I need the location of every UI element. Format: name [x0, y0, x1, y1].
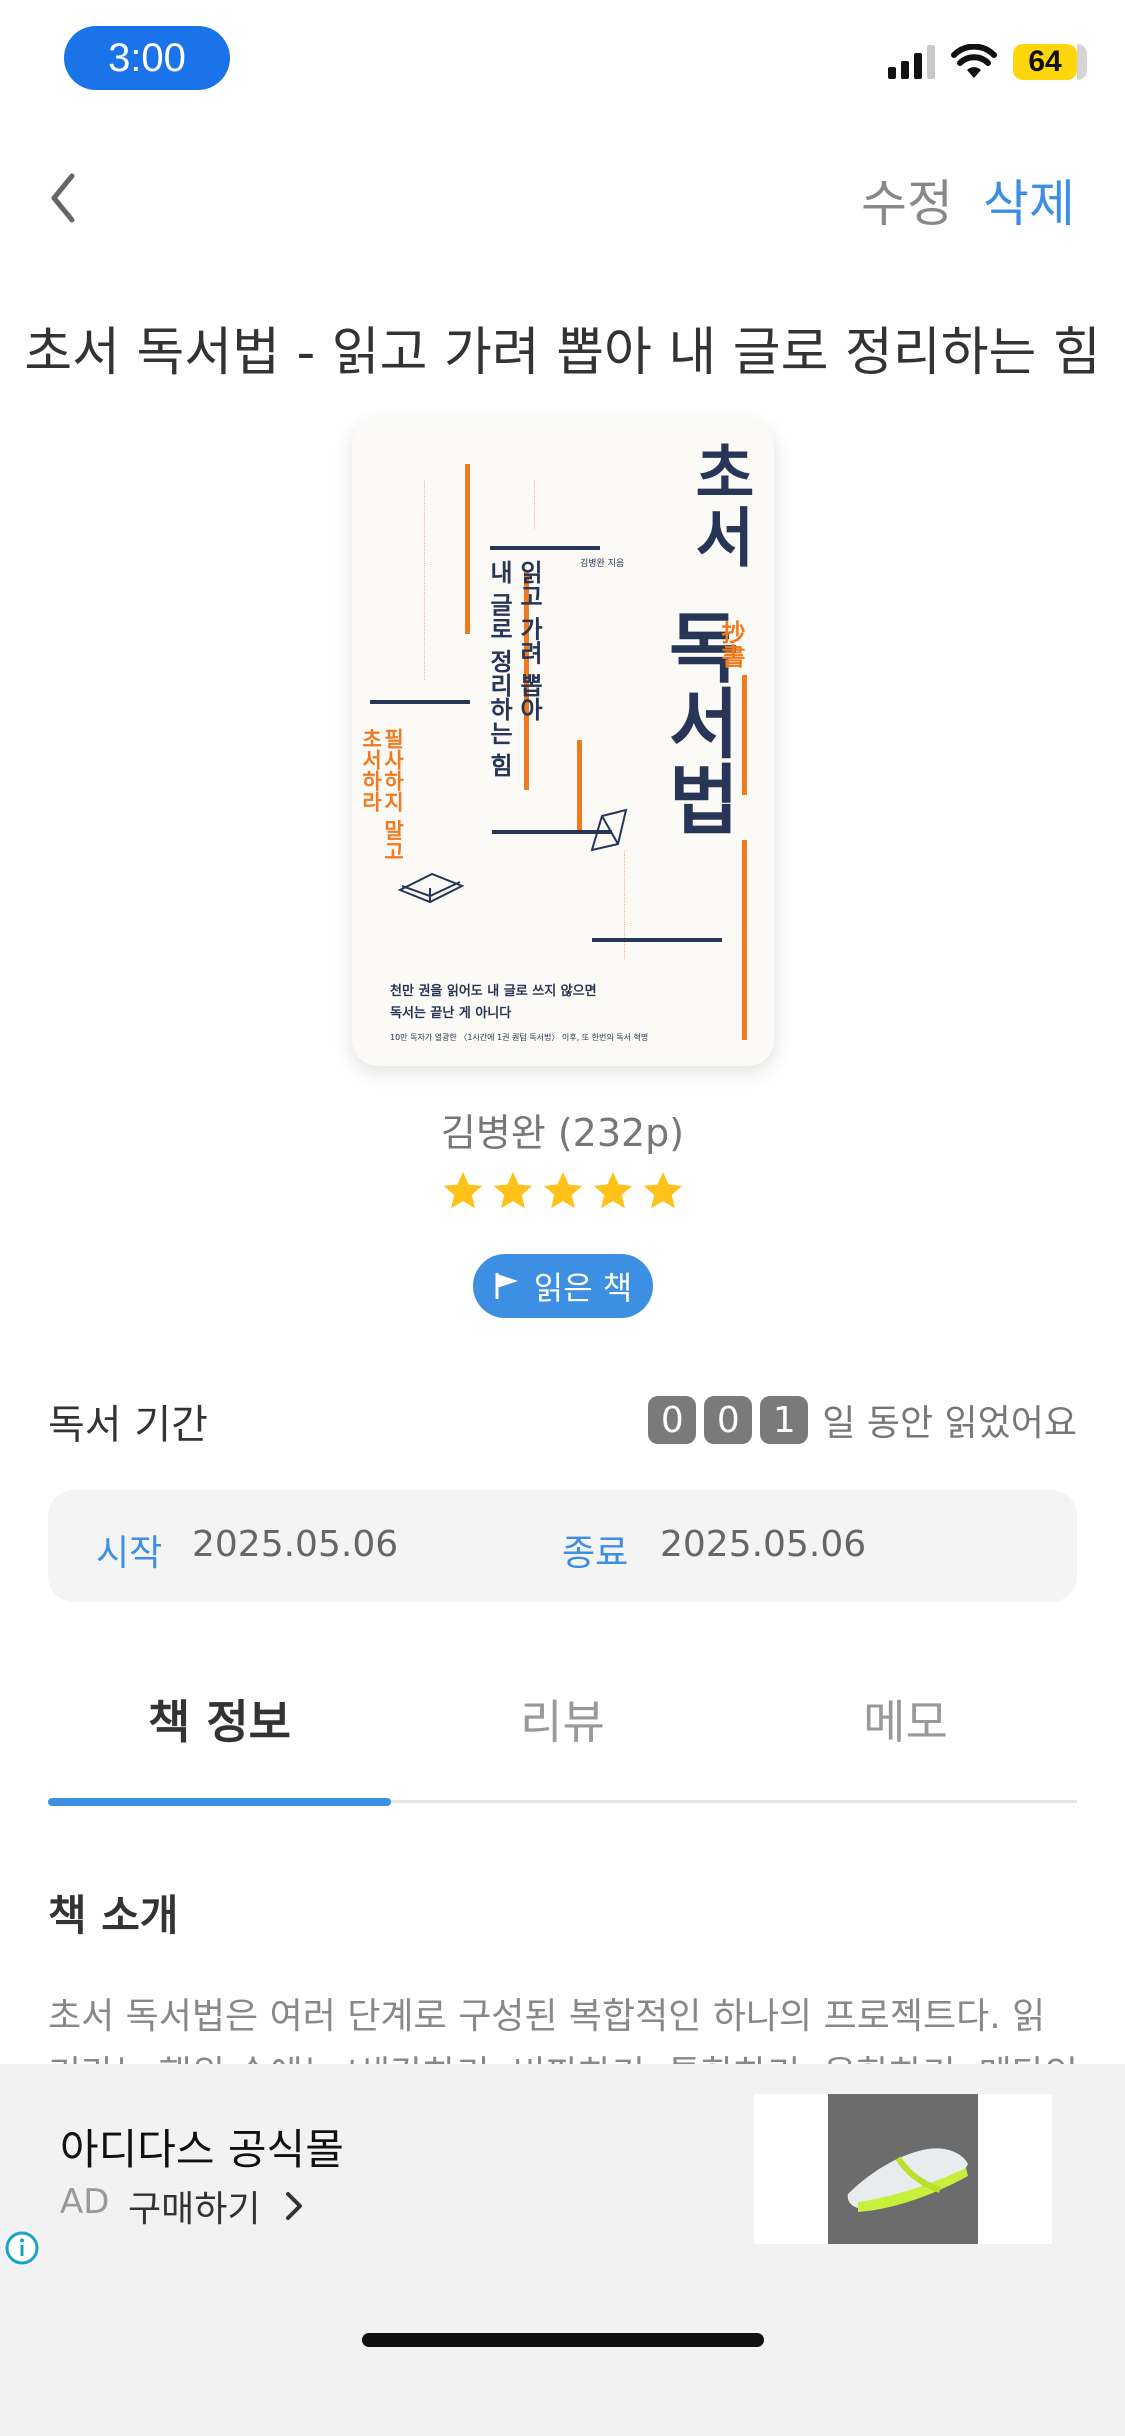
reading-dates-box[interactable]: 시작 2025.05.06 종료 2025.05.06	[48, 1490, 1077, 1602]
tab-active-indicator	[48, 1798, 391, 1806]
cover-footnote: 10만 독자가 열광한 〈1시간에 1권 퀀텀 독서법〉 이후, 또 한번의 독…	[390, 1033, 649, 1042]
ad-title[interactable]: 아디다스 공식몰	[60, 2116, 344, 2177]
cover-tagline-2: 독서는 끝난 게 아니다	[390, 1006, 512, 1021]
status-icons: 64	[888, 44, 1087, 80]
book-author-pages: 김병완 (232p)	[440, 1111, 685, 1155]
detail-tabs: 책 정보 리뷰 메모	[48, 1686, 1077, 1806]
reading-status-label: 읽은 책	[533, 1269, 633, 1307]
edit-button[interactable]: 수정	[861, 164, 953, 236]
reading-period-label: 독서 기간	[48, 1402, 208, 1448]
battery-icon: 64	[1013, 44, 1087, 80]
battery-level: 64	[1028, 45, 1062, 78]
ad-product-image[interactable]	[754, 2094, 1052, 2244]
tab-book-info[interactable]: 책 정보	[48, 1686, 391, 1752]
reading-days-suffix: 일 동안 읽었어요	[822, 1403, 1077, 1444]
wifi-icon	[951, 44, 997, 78]
cover-subtitle-1: 읽고 가려 뽑아	[515, 560, 543, 721]
book-cover-image: ········································…	[352, 420, 774, 1066]
star-icon[interactable]	[490, 1168, 536, 1214]
book-title: 초서 독서법 - 읽고 가려 뽑아 내 글로 정리하는 힘	[24, 323, 1101, 383]
back-chevron-icon[interactable]	[44, 168, 84, 228]
flag-icon	[495, 1273, 518, 1299]
cover-author: 김병완 지음	[580, 559, 625, 569]
ad-info-icon[interactable]	[4, 2230, 40, 2266]
cover-title-1: 초서	[682, 440, 756, 568]
day-digit: 0	[648, 1396, 697, 1444]
tab-memo[interactable]: 메모	[734, 1686, 1077, 1752]
star-icon[interactable]	[590, 1168, 636, 1214]
ad-banner[interactable]: 아디다스 공식몰 AD 구매하기	[0, 2064, 1125, 2436]
start-date-value[interactable]: 2025.05.06	[192, 1524, 398, 1565]
end-date-label: 종료	[562, 1533, 629, 1574]
end-date-value[interactable]: 2025.05.06	[660, 1524, 866, 1565]
pen-sketch-icon	[590, 808, 628, 852]
star-icon[interactable]	[440, 1168, 486, 1214]
delete-button[interactable]: 삭제	[983, 164, 1075, 236]
cellular-signal-icon	[888, 45, 935, 79]
status-time: 3:00	[64, 26, 230, 90]
star-icon[interactable]	[640, 1168, 686, 1214]
star-icon[interactable]	[540, 1168, 586, 1214]
cover-side-navy: 초서하라	[359, 728, 383, 812]
tab-review[interactable]: 리뷰	[391, 1686, 734, 1752]
cover-subtitle-2: 내 글로 정리하는 힘	[485, 560, 513, 778]
ad-tag: AD	[60, 2182, 110, 2222]
reading-days-counter: 0 0 1 일 동안 읽었어요	[648, 1394, 1077, 1446]
cover-tagline-1: 천만 권을 읽어도 내 글로 쓰지 않으면	[390, 984, 597, 999]
shoe-photo	[828, 2094, 978, 2244]
ad-cta-button[interactable]: 구매하기	[128, 2180, 304, 2232]
nav-actions: 수정 삭제	[861, 164, 1075, 236]
cover-hanja: 抄書	[717, 620, 745, 668]
book-sketch-icon	[397, 872, 465, 904]
day-digit: 1	[760, 1396, 809, 1444]
start-date-label: 시작	[96, 1533, 163, 1574]
reading-status-badge[interactable]: 읽은 책	[473, 1254, 653, 1318]
home-indicator[interactable]	[362, 2333, 764, 2347]
book-intro-title: 책 소개	[48, 1891, 179, 1940]
chevron-right-icon	[286, 2192, 303, 2220]
ad-cta-label: 구매하기	[128, 2189, 261, 2230]
rating-stars[interactable]	[0, 1168, 1125, 1214]
day-digit: 0	[704, 1396, 753, 1444]
